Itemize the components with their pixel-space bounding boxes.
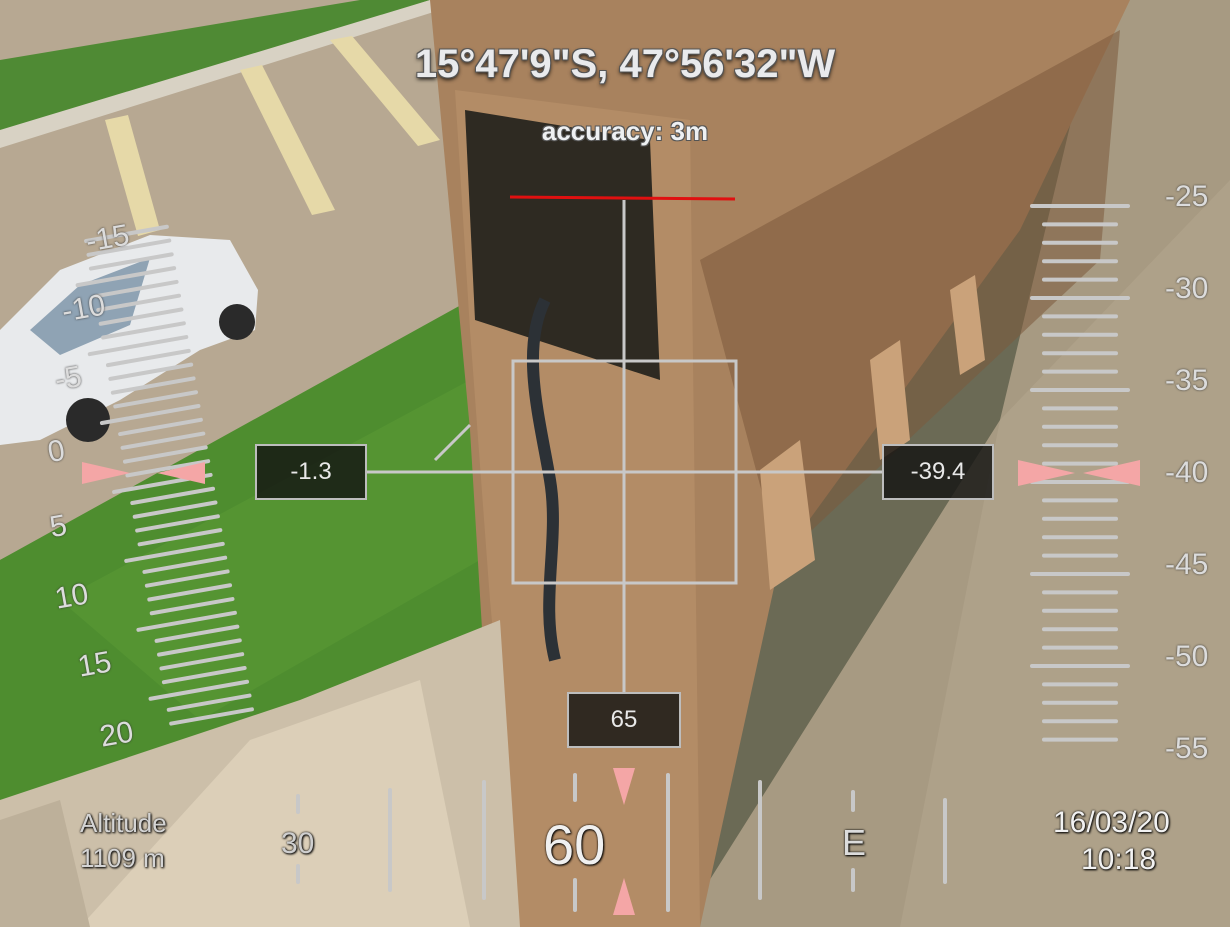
altitude-value: 1109 m [80,843,165,873]
left-scale-tick [142,555,228,574]
left-scale-tick [99,404,201,426]
left-scale-tick [98,307,184,326]
left-scale-tick [122,445,208,464]
left-scale-tick [157,638,242,657]
left-scale-tick [113,390,199,409]
date-label: 16/03/20 [1053,806,1170,839]
left-scale-tick [135,514,220,533]
left-scale-tick [166,693,252,712]
left-scale-label: -5 [52,359,85,398]
time-label: 10:18 [1081,843,1157,876]
left-scale-tick [75,266,177,288]
left-scale-label: 15 [75,645,114,684]
left-scale-tick [87,335,189,357]
left-scale-label: 10 [52,577,91,616]
left-scale-tick [93,279,179,299]
left-marker-left [82,462,130,484]
left-scale-tick [136,610,237,632]
left-scale-tick [124,541,225,563]
left-scale-tick [137,528,223,547]
heading-minor-label: 30 [281,827,315,860]
right-scale-label: -25 [1165,180,1209,213]
left-scale-tick [144,569,230,588]
pitch-readout: -39.4 [882,444,994,500]
heading-cardinal: E [842,822,867,863]
left-scale-tick [110,376,196,395]
left-scale-tick [105,348,191,368]
right-scale-label: -55 [1165,732,1209,765]
left-scale-tick [147,583,233,602]
right-scale-label: -40 [1165,456,1209,489]
left-scale-tick [132,500,218,519]
roll-readout: -1.3 [255,444,367,500]
heading-marker-top [613,768,635,805]
right-scale-label: -45 [1165,548,1209,581]
left-scale-tick [148,679,250,701]
left-scale-tick [130,486,216,505]
heading-marker-bottom [613,878,635,915]
horizon-line [509,195,736,201]
left-scale-tick [101,321,186,340]
left-scale-label: 20 [97,715,136,754]
right-scale-label: -35 [1165,364,1209,397]
gps-accuracy: accuracy: 3m [541,116,709,146]
heading-current: 60 [543,813,606,876]
altitude-label: Altitude [80,808,167,838]
vertical-readout: 65 [567,692,681,748]
left-scale-tick [169,707,254,726]
left-scale-tick [149,597,235,616]
left-scale-tick [159,652,245,671]
right-scale-label: -50 [1165,640,1209,673]
left-scale-tick [118,417,203,437]
right-scale-label: -30 [1165,272,1209,305]
left-scale-tick [96,293,182,312]
left-scale-tick [120,431,206,450]
left-scale-tick [161,665,247,685]
gps-coordinates: 15°47'9"S, 47°56'32"W [414,42,836,86]
left-scale-tick [154,624,240,643]
left-scale-tick [108,362,194,381]
